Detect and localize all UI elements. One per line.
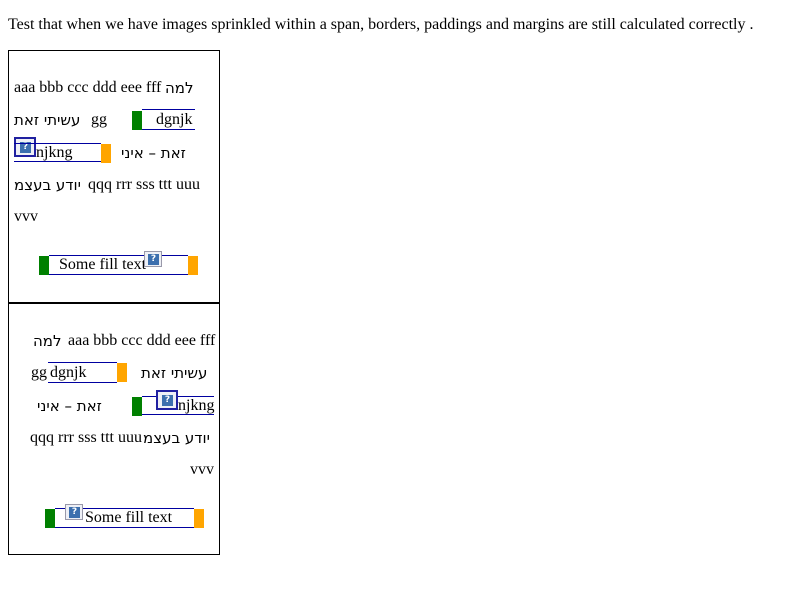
- box2-span-word-1: dgnjk: [50, 364, 87, 381]
- box1-line2-hebrew: עשיתי זאת: [14, 111, 81, 129]
- box1-span-word-1: dgnjk: [156, 111, 193, 128]
- box2-fill-text: Some fill text: [85, 509, 173, 526]
- broken-image-icon: ?: [65, 504, 83, 520]
- box2-line2-latin: gg: [31, 364, 47, 381]
- box2-line2-hebrew: עשיתי זאת: [141, 364, 208, 382]
- box1-line2-latin: gg: [91, 111, 107, 128]
- box2-line5: vvv: [190, 461, 214, 478]
- box1-line3-hebrew: זאת – איני: [121, 144, 186, 162]
- span-end-bar: [117, 363, 127, 382]
- box1-line1-hebrew: למה: [165, 79, 194, 97]
- box1-fill-text: Some fill text: [59, 256, 147, 273]
- box2-line3-hebrew: זאת – איני: [37, 397, 102, 415]
- box2-line4-hebrew: יודע בעצמ: [143, 429, 210, 447]
- intro-text: Test that when we have images sprinkled …: [8, 16, 754, 33]
- box2-line1-latin: aaa bbb ccc ddd eee fff: [68, 332, 216, 349]
- box1-line5: vvv: [14, 208, 38, 225]
- box2-line4-latin: qqq rrr sss ttt uuu: [30, 429, 142, 446]
- box1-span-word-2: njkng: [36, 144, 73, 161]
- box1-line1-latin: aaa bbb ccc ddd eee fff: [14, 79, 162, 96]
- broken-image-icon: ?: [144, 251, 162, 267]
- span-start-bar: [132, 397, 142, 416]
- box2-span-word-2: njkng: [178, 397, 215, 414]
- span-start-bar: [132, 111, 142, 130]
- box2-line1-hebrew: למה: [33, 332, 62, 350]
- broken-image-icon: ?: [156, 390, 178, 410]
- box1-line4-hebrew: יודע בעצמ: [14, 176, 81, 194]
- span-end-bar: [101, 144, 111, 163]
- box1-line4-latin: qqq rrr sss ttt uuu: [88, 176, 200, 193]
- span-end-bar: [194, 509, 204, 528]
- span-start-bar: [45, 509, 55, 528]
- broken-image-icon: ?: [14, 137, 36, 157]
- span-end-bar: [188, 256, 198, 275]
- span-start-bar: [39, 256, 49, 275]
